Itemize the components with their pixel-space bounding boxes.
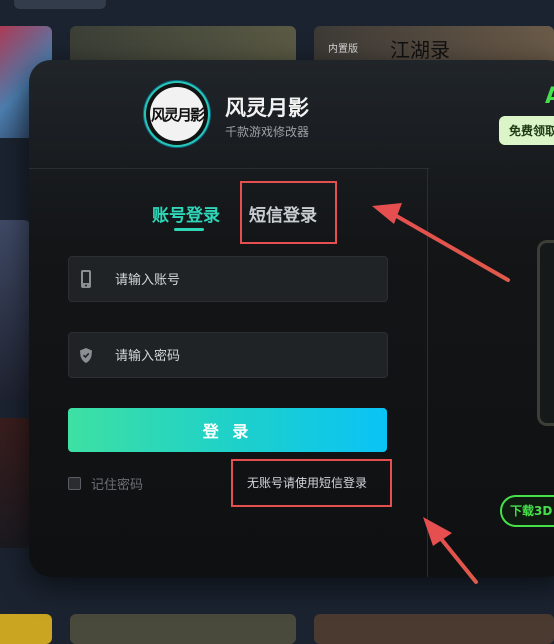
background-card-tag: 内置版 <box>328 44 358 55</box>
app-subtitle: 千款游戏修改器 <box>225 125 310 139</box>
app-logo: 风灵月影 <box>146 83 208 145</box>
background-game-card <box>0 418 30 548</box>
account-input[interactable] <box>113 257 377 303</box>
phone-icon <box>81 270 91 288</box>
divider <box>29 168 429 169</box>
password-field[interactable] <box>68 332 388 379</box>
login-button[interactable]: 登 录 <box>68 408 387 452</box>
promo-badge[interactable]: 免费领取 <box>499 116 554 145</box>
download-button[interactable]: 下载3D <box>500 495 554 527</box>
tab-account-login[interactable]: 账号登录 <box>152 201 220 226</box>
background-game-card <box>0 614 52 644</box>
right-panel-frame <box>537 240 554 426</box>
background-game-card <box>0 220 30 400</box>
logo-text: 风灵月影 <box>150 105 205 124</box>
shield-icon <box>80 348 92 363</box>
highlight-box-sms-link <box>231 459 392 507</box>
remember-label: 记住密码 <box>91 478 144 493</box>
background-game-card <box>314 614 554 644</box>
highlight-box-sms-tab <box>240 181 337 244</box>
tab-active-indicator <box>174 228 204 231</box>
password-input[interactable] <box>113 333 377 379</box>
remember-checkbox[interactable] <box>68 477 81 490</box>
remember-password[interactable]: 记住密码 <box>68 474 143 493</box>
background-game-title: 江湖录 <box>390 38 450 62</box>
background-topbar <box>14 0 106 9</box>
divider <box>427 168 428 577</box>
account-field[interactable] <box>68 256 388 303</box>
right-panel-heading: A <box>545 84 554 109</box>
background-game-card <box>70 614 296 644</box>
app-name: 风灵月影 <box>225 96 309 120</box>
